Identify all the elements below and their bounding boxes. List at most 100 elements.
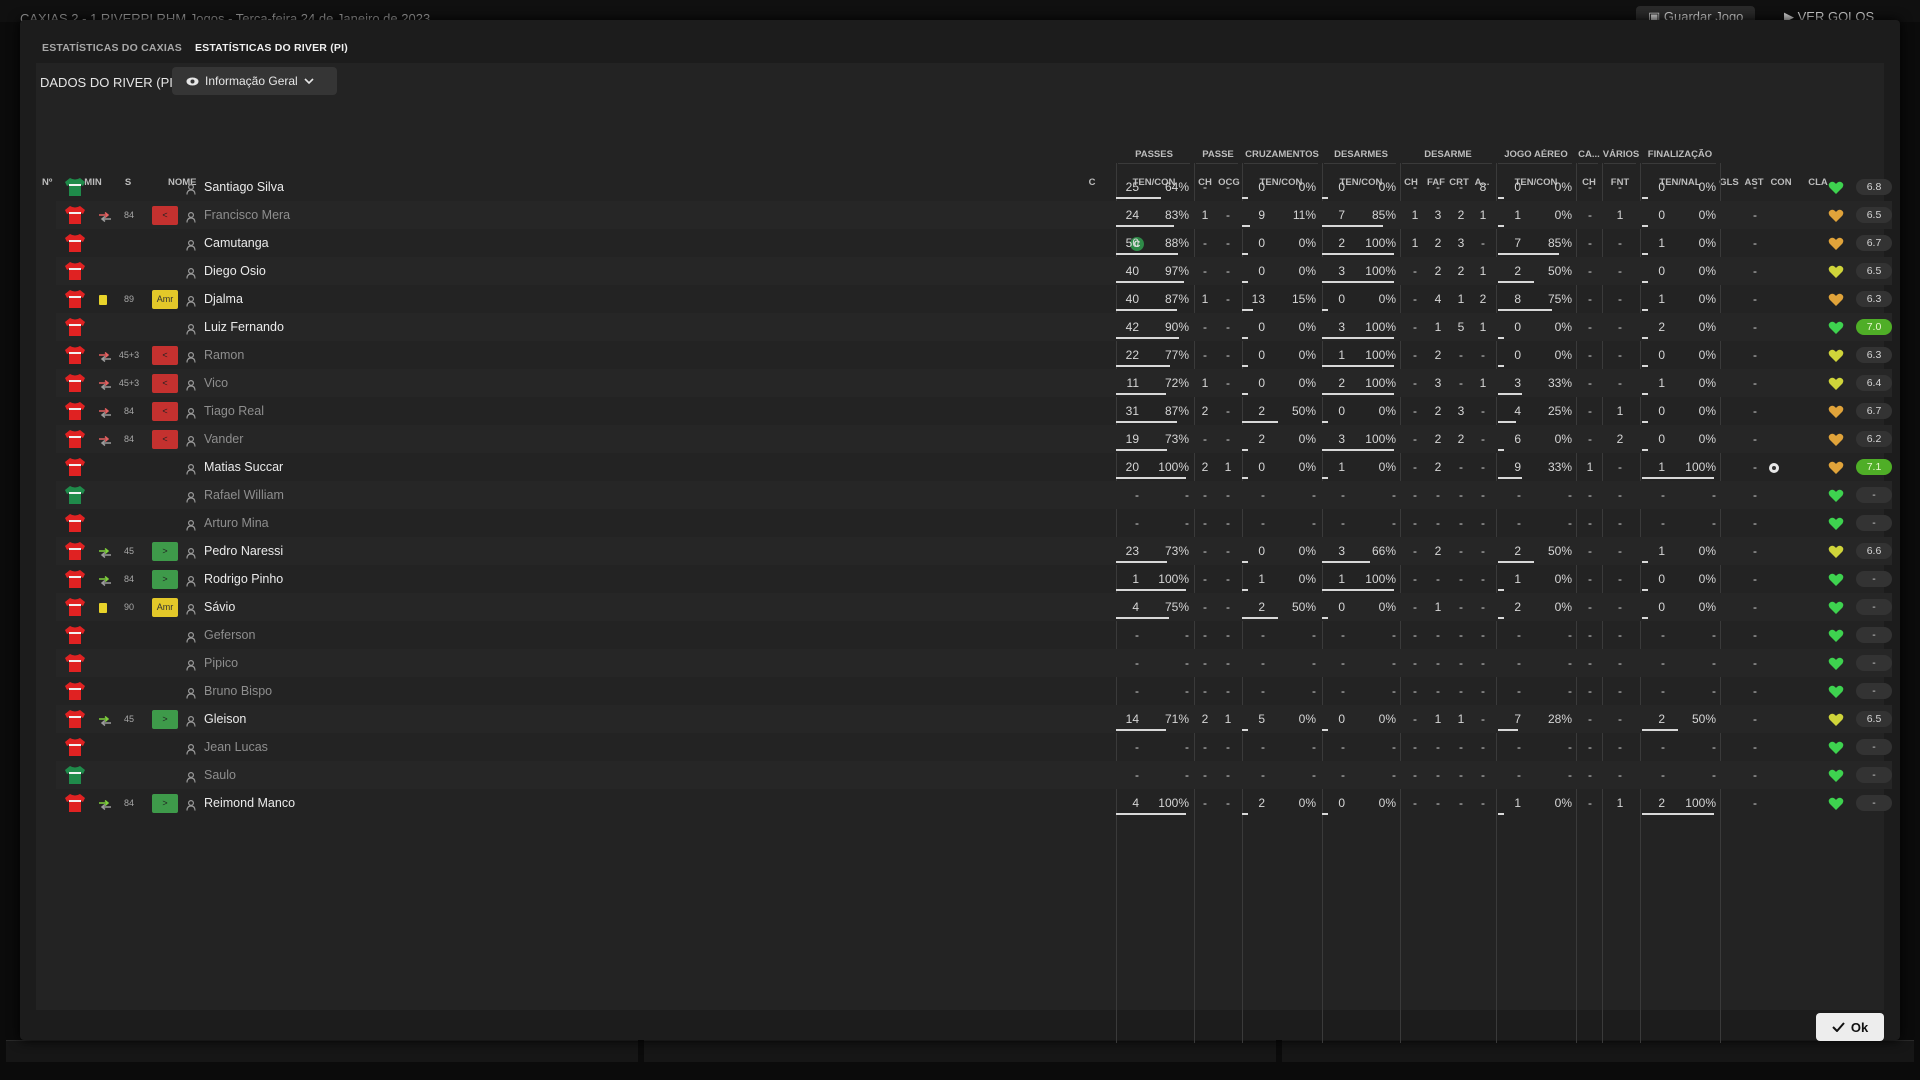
player-name[interactable]: Santiago Silva [204, 173, 284, 201]
crosses-attempts: - [1261, 488, 1265, 502]
tackle-faf: - [1436, 572, 1440, 586]
tackles-percent: 0% [1378, 404, 1396, 418]
tackle-faf: 2 [1434, 544, 1442, 558]
player-name[interactable]: Reimond Manco [204, 789, 295, 817]
table-row[interactable]: Rafael William - - - - - - - - - - - - - - - - - - - - [56, 481, 1892, 509]
player-name[interactable]: Sávio [204, 593, 235, 621]
table-row[interactable]: 84 < Francisco Mera 24 83% 1-9 11% 7 85% 1 3 2 1 1 0% -… [56, 201, 1892, 229]
tackle-a: - [1481, 572, 1485, 586]
table-row[interactable]: Geferson - - - - - - - - - - - - - - - - - - - - [56, 621, 1892, 649]
player-name[interactable]: Camutanga [204, 229, 269, 257]
table-row[interactable]: 84 > Rodrigo Pinho 1 100% - -1 0% 1 100% - - - -1 0% - -… [56, 565, 1892, 593]
player-name[interactable]: Arturo Mina [204, 509, 269, 537]
passes-attempts: - [1135, 684, 1139, 698]
tab-caxias-stats[interactable]: ESTATÍSTICAS DO CAXIAS [42, 42, 182, 58]
player-name[interactable]: Diego Osio [204, 257, 266, 285]
tackle-crt: - [1459, 572, 1463, 586]
player-name[interactable]: Gleison [204, 705, 246, 733]
tackle-a: - [1481, 348, 1485, 362]
table-row[interactable]: 84 > Reimond Manco 4 100% - -2 0% 0 0% - - - -1 0% -1 2 1… [56, 789, 1892, 817]
player-name[interactable]: Rafael William [204, 481, 284, 509]
player-name[interactable]: Bruno Bispo [204, 677, 272, 705]
group-underline [1642, 163, 1716, 164]
tackle-faf: 2 [1434, 460, 1442, 474]
table-row[interactable]: 45+3 < Vico 11 72% 1-0 0% 2 100% -3-1 3 33% - -1 0% -6.… [56, 369, 1892, 397]
condition-heart-icon [1828, 769, 1844, 788]
passes-success-bar [1116, 589, 1186, 591]
table-row[interactable]: Saulo - - - - - - - - - - - - - - - - - - - - [56, 761, 1892, 789]
assists: - [1753, 600, 1757, 614]
table-row[interactable]: 84 < Vander 19 73% - -2 0% 3 100% -2 2-6 0% -2 0 0% -6.2 [56, 425, 1892, 453]
player-name[interactable]: Francisco Mera [204, 201, 290, 229]
player-rating: - [1856, 599, 1892, 615]
player-name[interactable]: Pipico [204, 649, 238, 677]
table-row[interactable]: Camutanga C 50 88% - -0 0% 2 100% 1 2 3-7 85% - -1 0% -6… [56, 229, 1892, 257]
various-fnt: - [1618, 516, 1622, 530]
table-row[interactable]: Pipico - - - - - - - - - - - - - - - - - - - - [56, 649, 1892, 677]
table-row[interactable]: Diego Osio 40 97% - -0 0% 3 100% -2 2 1 2 50% - -0 0% -6… [56, 257, 1892, 285]
view-selector[interactable]: Informação Geral [172, 67, 337, 95]
player-name[interactable]: Vander [204, 425, 243, 453]
shirt-icon [64, 597, 86, 622]
table-row[interactable]: Jean Lucas - - - - - - - - - - - - - - - - - - - - [56, 733, 1892, 761]
crosses-percent: 0% [1298, 236, 1316, 250]
aerial-percent: - [1568, 768, 1572, 782]
aerial-percent: 25% [1547, 404, 1572, 418]
table-row[interactable]: 45+3 < Ramon 22 77% - -0 0% 1 100% -2- -0 0% - -0 0% -6.… [56, 341, 1892, 369]
tackle-ch: 1 [1411, 236, 1419, 250]
player-name[interactable]: Tiago Real [204, 397, 264, 425]
table-row[interactable]: 89 Amr Djalma 40 87% 1-13 15% 0 0% -4 1 2 8 75% - -1 0% -… [56, 285, 1892, 313]
tackle-a: 8 [1479, 180, 1487, 194]
player-name[interactable]: Djalma [204, 285, 243, 313]
shirt-icon [64, 681, 86, 706]
table-row[interactable]: 45 > Pedro Naressi 23 73% - -0 0% 3 66% -2- -2 50% - -… [56, 537, 1892, 565]
player-name[interactable]: Ramon [204, 341, 244, 369]
minute [114, 733, 144, 761]
tackle-crt: 1 [1457, 292, 1465, 306]
tackle-crt: 5 [1457, 320, 1465, 334]
aerial-attempts: - [1517, 516, 1521, 530]
ok-button[interactable]: Ok [1816, 1013, 1884, 1041]
table-row[interactable]: Luiz Fernando 42 90% - -0 0% 3 100% -1 5 1 0 0% - -2 0%… [56, 313, 1892, 341]
passes-success-bar [1116, 617, 1169, 619]
player-name[interactable]: Jean Lucas [204, 733, 268, 761]
tackle-faf: - [1436, 180, 1440, 194]
table-row[interactable]: Bruno Bispo - - - - - - - - - - - - - - - - - - - - [56, 677, 1892, 705]
shirt-icon [64, 793, 86, 818]
aerial-attempts: - [1517, 628, 1521, 642]
player-name[interactable]: Pedro Naressi [204, 537, 283, 565]
passes-success-bar [1116, 449, 1167, 451]
tackle-crt: - [1459, 656, 1463, 670]
tackle-a: - [1481, 796, 1485, 810]
table-row[interactable]: 84 < Tiago Real 31 87% 2-2 50% 0 0% -2 3-4 25% -1 0 0%… [56, 397, 1892, 425]
player-name[interactable]: Matias Succar [204, 453, 283, 481]
table-row[interactable]: Santiago Silva 25 64% - -0 0% 0 0% - - -8 0 0% - -0 0% -… [56, 173, 1892, 201]
tab-river-stats[interactable]: ESTATÍSTICAS DO RIVER (PI) [195, 42, 348, 58]
check-icon [1832, 1022, 1845, 1032]
condition-heart-icon [1828, 797, 1844, 816]
player-name[interactable]: Luiz Fernando [204, 313, 284, 341]
passes-percent: - [1185, 628, 1189, 642]
player-name[interactable]: Saulo [204, 761, 236, 789]
player-name[interactable]: Geferson [204, 621, 255, 649]
table-row[interactable]: Arturo Mina - - - - - - - - - - - - - - - - - - - - [56, 509, 1892, 537]
assists: - [1753, 684, 1757, 698]
tackle-a: - [1481, 712, 1485, 726]
tackle-crt: - [1459, 376, 1463, 390]
pass-ch: - [1203, 180, 1207, 194]
pass-ch: 1 [1201, 292, 1209, 306]
table-row[interactable]: 45 > Gleison 14 71% 2 1 5 0% 0 0% -1 1-7 28% - -2 50% -6.… [56, 705, 1892, 733]
crosses-percent: - [1312, 628, 1316, 642]
player-name[interactable]: Vico [204, 369, 228, 397]
condition-heart-icon [1828, 293, 1844, 312]
tackle-ch: - [1413, 376, 1417, 390]
player-name[interactable]: Rodrigo Pinho [204, 565, 283, 593]
table-row[interactable]: Matias Succar 20 100% 2 1 0 0% 1 0% -2- -9 33% 1-1 10… [56, 453, 1892, 481]
shots-percent: - [1712, 740, 1716, 754]
tackle-ch: - [1413, 656, 1417, 670]
pass-ocg: - [1226, 488, 1230, 502]
table-row[interactable]: 90 Amr Sávio 4 75% - -2 50% 0 0% -1- -2 0% - -0 0% - - [56, 593, 1892, 621]
ca-ch: - [1588, 516, 1592, 530]
minute [114, 313, 144, 341]
tackle-crt: - [1459, 544, 1463, 558]
